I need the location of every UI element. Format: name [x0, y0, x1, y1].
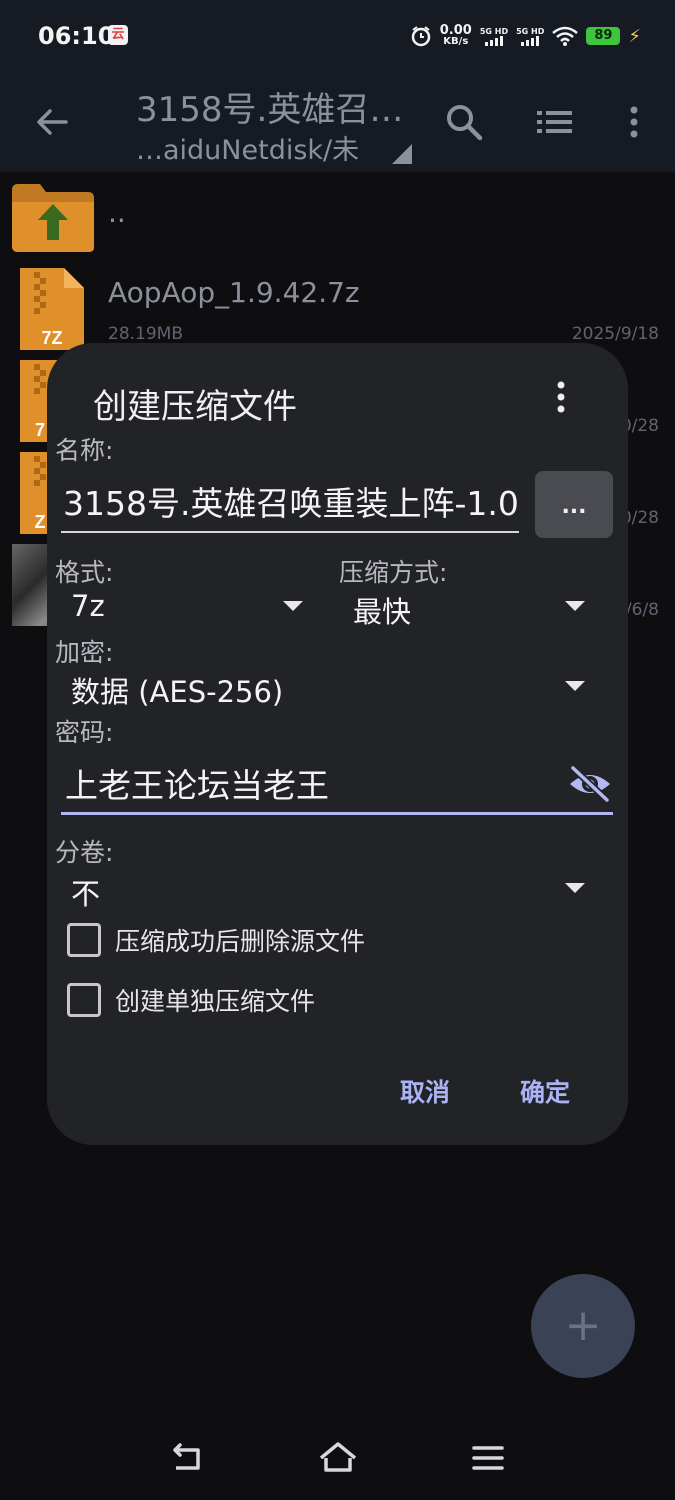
format-value: 7z: [71, 589, 105, 623]
create-archive-dialog: 创建压缩文件 名称: 3158号.英雄召唤重装上阵-1.0. ... 格式: 7…: [47, 343, 628, 1145]
dropdown-arrow-icon: [565, 681, 585, 691]
path-dropdown-icon[interactable]: [392, 144, 412, 164]
password-label: 密码:: [55, 718, 114, 747]
search-icon[interactable]: [442, 100, 486, 144]
svg-text:7Z: 7Z: [41, 328, 62, 348]
list-item-parent[interactable]: ..: [0, 172, 675, 264]
svg-text:7: 7: [35, 420, 45, 440]
folder-path[interactable]: …aiduNetdisk/未: [136, 128, 386, 167]
folder-up-icon: [12, 184, 94, 252]
file-date: 2025/9/18: [571, 324, 659, 344]
split-value: 不: [71, 877, 101, 911]
charging-icon: ⚡: [628, 25, 641, 47]
svg-text:Z: Z: [35, 512, 46, 532]
list-item-label: ..: [108, 196, 126, 229]
app-toolbar: 3158号.英雄召… …aiduNetdisk/未: [0, 72, 675, 172]
separate-archive-option[interactable]: 创建单独压缩文件: [67, 980, 315, 1020]
add-fab-button[interactable]: +: [531, 1274, 635, 1378]
archive-name-input[interactable]: 3158号.英雄召唤重装上阵-1.0.: [61, 477, 519, 533]
format-label: 格式:: [55, 558, 114, 587]
encryption-label: 加密:: [55, 638, 114, 667]
dialog-title: 创建压缩文件: [93, 387, 297, 427]
delete-source-option[interactable]: 压缩成功后删除源文件: [67, 920, 365, 960]
nav-menu-icon[interactable]: [468, 1438, 508, 1478]
delete-source-label: 压缩成功后删除源文件: [115, 927, 366, 956]
password-input[interactable]: 上老王论坛当老王: [61, 757, 613, 815]
split-label: 分卷:: [55, 838, 114, 867]
sim2-signal-icon: 5G HD: [516, 27, 544, 46]
plus-icon: +: [564, 1300, 602, 1351]
archive-7z-icon: 7Z: [20, 268, 84, 350]
dropdown-arrow-icon: [565, 601, 585, 611]
network-speed: 0.00 KB/s: [439, 23, 472, 47]
ok-button[interactable]: 确定: [520, 1073, 570, 1109]
nav-back-icon[interactable]: [168, 1438, 208, 1478]
dropdown-arrow-icon: [565, 883, 585, 893]
alarm-icon: [411, 26, 430, 47]
file-date: /6/8: [625, 600, 659, 620]
browse-button[interactable]: ...: [535, 471, 613, 538]
separate-archive-label: 创建单独压缩文件: [115, 987, 316, 1016]
more-vert-icon[interactable]: [612, 100, 656, 144]
encryption-value: 数据 (AES-256): [71, 675, 284, 709]
system-nav-bar: [0, 1420, 675, 1500]
separate-archive-checkbox[interactable]: [67, 983, 101, 1017]
delete-source-checkbox[interactable]: [67, 923, 101, 957]
app-notification-icon: 云: [108, 25, 128, 45]
sim1-signal-icon: 5G HD: [480, 27, 508, 46]
dropdown-arrow-icon: [283, 601, 303, 611]
back-arrow-icon[interactable]: [30, 100, 74, 144]
status-icons: 0.00 KB/s 5G HD 5G HD 89 ⚡: [410, 22, 641, 50]
cancel-button[interactable]: 取消: [400, 1073, 450, 1109]
name-label: 名称:: [55, 436, 114, 465]
compression-label: 压缩方式:: [339, 558, 448, 587]
wifi-icon: [552, 26, 579, 46]
folder-title: 3158号.英雄召…: [136, 90, 404, 130]
nav-home-icon[interactable]: [318, 1438, 358, 1478]
compression-value: 最快: [353, 595, 412, 629]
status-bar: 06:10 云 0.00 KB/s 5G HD 5G HD 89 ⚡: [0, 0, 675, 72]
file-size: 28.19MB: [108, 324, 183, 344]
status-time: 06:10: [38, 22, 115, 50]
battery-icon: 89: [586, 27, 621, 45]
file-name: AopAop_1.9.42.7z: [108, 276, 360, 309]
dialog-more-icon[interactable]: [543, 379, 579, 419]
list-view-icon[interactable]: [532, 100, 576, 144]
visibility-off-icon[interactable]: [567, 764, 613, 804]
